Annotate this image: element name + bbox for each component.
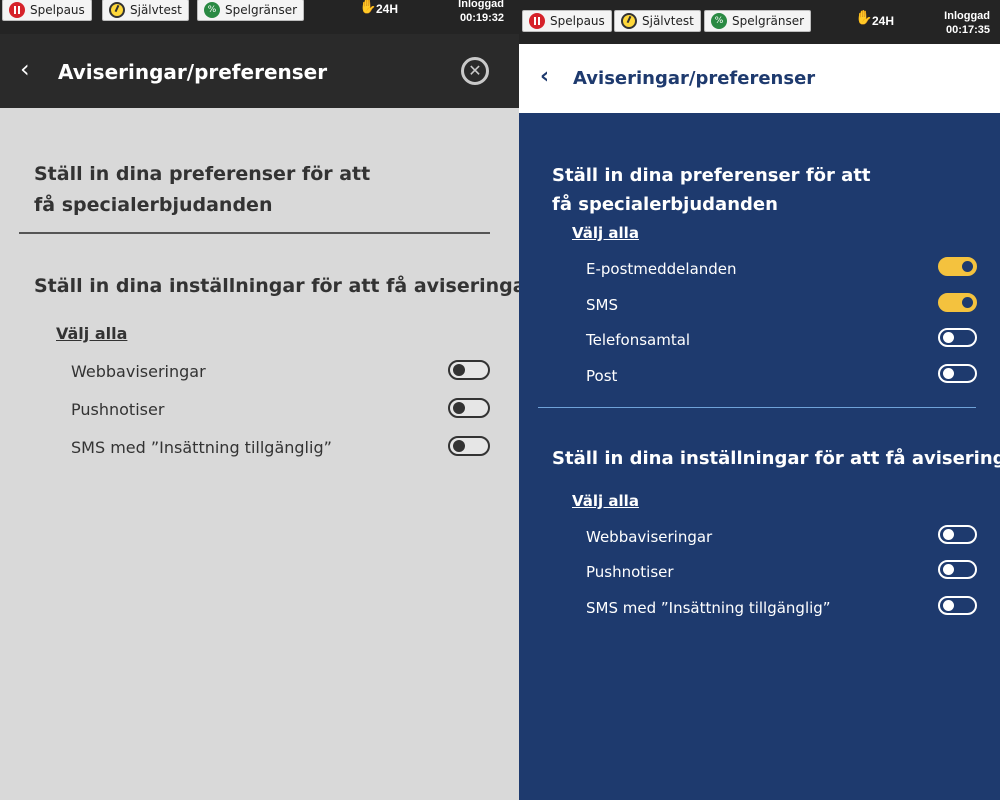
page-title: Aviseringar/preferenser xyxy=(573,68,816,89)
toggle-email[interactable] xyxy=(938,257,977,276)
gauge-icon xyxy=(109,2,125,18)
close-icon[interactable]: ✕ xyxy=(461,57,489,85)
hand-icon: ✋ xyxy=(855,10,873,26)
toggle-knob xyxy=(962,297,973,308)
login-time: 00:17:35 xyxy=(945,24,990,36)
option-label-web: Webbaviseringar xyxy=(71,362,206,381)
top-toolbar: Spelpaus Självtest % Spelgränser ✋ 24H I… xyxy=(0,0,519,34)
selftest-button[interactable]: Självtest xyxy=(102,0,189,21)
toggle-knob xyxy=(453,402,465,414)
limits-button[interactable]: % Spelgränser xyxy=(197,0,305,21)
login-label: Inloggad xyxy=(944,10,990,22)
notifications-heading: Ställ in dina inställningar för att få a… xyxy=(34,275,535,297)
gauge-icon xyxy=(621,13,637,29)
toggle-web[interactable] xyxy=(448,360,490,380)
selftest-button[interactable]: Självtest xyxy=(614,10,701,32)
timer-24h: 24H xyxy=(872,14,895,28)
toggle-post[interactable] xyxy=(938,364,977,383)
section-divider xyxy=(538,407,976,408)
toggle-phone[interactable] xyxy=(938,328,977,347)
option-label-sms-deposit: SMS med ”Insättning tillgänglig” xyxy=(586,599,831,617)
toggle-knob xyxy=(943,529,954,540)
left-panel: Spelpaus Självtest % Spelgränser ✋ 24H I… xyxy=(0,0,535,800)
toggle-knob xyxy=(453,364,465,376)
toggle-knob xyxy=(943,332,954,343)
page-header: ‹ Aviseringar/preferenser ✕ xyxy=(0,34,519,108)
limits-icon: % xyxy=(711,13,727,29)
option-label-sms-deposit: SMS med ”Insättning tillgänglig” xyxy=(71,438,332,457)
toggle-sms-deposit[interactable] xyxy=(448,436,490,456)
toggle-knob xyxy=(943,368,954,379)
toggle-push[interactable] xyxy=(448,398,490,418)
limits-label: Spelgränser xyxy=(732,14,805,28)
select-all-link[interactable]: Välj alla xyxy=(572,492,639,510)
pause-button[interactable]: Spelpaus xyxy=(2,0,92,21)
top-toolbar: Spelpaus Självtest % Spelgränser ✋ 24H I… xyxy=(519,0,1000,44)
login-label: Inloggad xyxy=(458,0,504,10)
back-chevron-icon[interactable]: ‹ xyxy=(540,66,549,88)
back-chevron-icon[interactable]: ‹ xyxy=(20,57,42,81)
option-label-push: Pushnotiser xyxy=(586,563,674,581)
option-label-sms: SMS xyxy=(586,296,618,314)
right-panel: Spelpaus Självtest % Spelgränser ✋ 24H I… xyxy=(519,0,1000,800)
limits-button[interactable]: % Spelgränser xyxy=(704,10,812,32)
selftest-label: Självtest xyxy=(130,3,182,17)
offers-heading: Ställ in dina preferenser för att få spe… xyxy=(34,163,371,216)
select-all-link[interactable]: Välj alla xyxy=(56,324,127,343)
option-label-phone: Telefonsamtal xyxy=(586,331,691,349)
pause-label: Spelpaus xyxy=(30,3,85,17)
toggle-knob xyxy=(453,440,465,452)
page-title: Aviseringar/preferenser xyxy=(58,60,328,84)
pause-icon xyxy=(9,2,25,18)
login-time: 00:19:32 xyxy=(459,12,504,24)
limits-icon: % xyxy=(204,2,220,18)
toggle-knob xyxy=(943,600,954,611)
login-status: Inloggad 00:17:35 xyxy=(925,9,990,37)
selftest-label: Självtest xyxy=(642,14,694,28)
option-label-email: E-postmeddelanden xyxy=(586,260,737,278)
option-label-push: Pushnotiser xyxy=(71,400,165,419)
section-divider xyxy=(19,232,490,234)
toggle-sms-deposit[interactable] xyxy=(938,596,977,615)
pause-button[interactable]: Spelpaus xyxy=(522,10,612,32)
toggle-web[interactable] xyxy=(938,525,977,544)
pause-label: Spelpaus xyxy=(550,14,605,28)
notifications-heading: Ställ in dina inställningar för att få a… xyxy=(552,448,1000,469)
toggle-knob xyxy=(962,261,973,272)
offers-heading: Ställ in dina preferenser för att få spe… xyxy=(552,165,871,215)
login-status: Inloggad 00:19:32 xyxy=(440,0,504,25)
pause-icon xyxy=(529,13,545,29)
select-all-link[interactable]: Välj alla xyxy=(572,224,639,242)
page-header: ‹ Aviseringar/preferenser xyxy=(519,44,1000,113)
limits-label: Spelgränser xyxy=(225,3,298,17)
option-label-post: Post xyxy=(586,367,618,385)
option-label-web: Webbaviseringar xyxy=(586,528,713,546)
toggle-knob xyxy=(943,564,954,575)
hand-icon: ✋ xyxy=(359,0,377,15)
toggle-push[interactable] xyxy=(938,560,977,579)
timer-24h: 24H xyxy=(376,2,399,16)
toggle-sms[interactable] xyxy=(938,293,977,312)
